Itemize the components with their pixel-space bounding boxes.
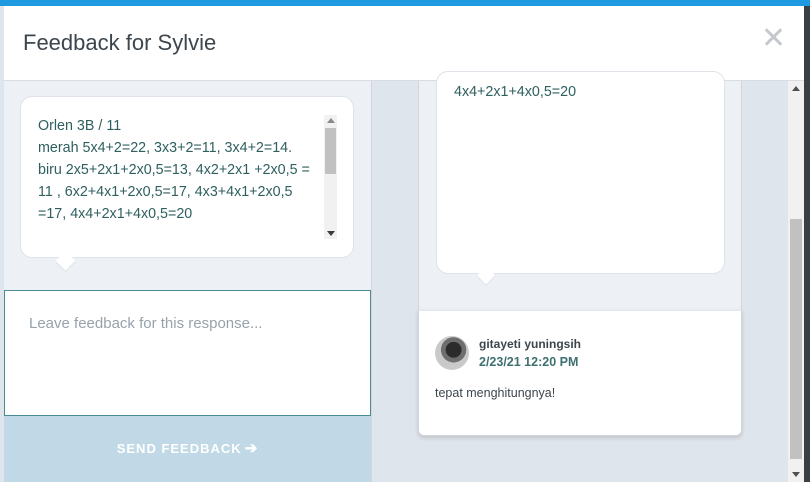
response-tail-text: 4x4+2x1+4x0,5=20 bbox=[454, 84, 577, 100]
scroll-up-icon[interactable] bbox=[792, 86, 800, 91]
send-feedback-button[interactable]: SEND FEEDBACK ➔ bbox=[4, 416, 371, 482]
arrow-right-icon: ➔ bbox=[244, 440, 259, 457]
scroll-up-icon[interactable] bbox=[327, 118, 335, 123]
window-edge bbox=[804, 6, 810, 482]
scroll-down-icon[interactable] bbox=[792, 472, 800, 477]
close-icon[interactable] bbox=[762, 26, 784, 48]
comment-text: tepat menghitungnya! bbox=[435, 386, 556, 400]
scroll-down-icon[interactable] bbox=[327, 231, 335, 236]
response-text: Orlen 3B / 11 merah 5x4+2=22, 3x3+2=11, … bbox=[38, 118, 310, 222]
response-card: 4x4+2x1+4x0,5=20 bbox=[418, 71, 742, 310]
comment-card: gitayeti yuningsih 2/23/21 12:20 PM tepa… bbox=[418, 310, 742, 436]
scroll-thumb[interactable] bbox=[325, 128, 336, 174]
right-panel: 4x4+2x1+4x0,5=20 gitayeti yuningsih 2/23… bbox=[372, 71, 788, 482]
response-bubble-preview: 4x4+2x1+4x0,5=20 bbox=[436, 71, 725, 274]
modal-title: Feedback for Sylvie bbox=[23, 30, 217, 55]
feedback-input[interactable] bbox=[4, 290, 371, 416]
avatar bbox=[435, 336, 469, 370]
comment-author: gitayeti yuningsih bbox=[479, 337, 582, 351]
response-bubble: Orlen 3B / 11 merah 5x4+2=22, 3x3+2=11, … bbox=[20, 96, 354, 258]
left-panel: Orlen 3B / 11 merah 5x4+2=22, 3x3+2=11, … bbox=[4, 81, 372, 482]
comment-timestamp: 2/23/21 12:20 PM bbox=[479, 355, 579, 369]
scroll-thumb[interactable] bbox=[790, 219, 802, 459]
response-scrollbar[interactable] bbox=[324, 115, 337, 239]
modal-header: Feedback for Sylvie bbox=[4, 6, 804, 81]
send-feedback-label: SEND FEEDBACK bbox=[116, 441, 242, 456]
main-scrollbar[interactable] bbox=[788, 81, 804, 482]
